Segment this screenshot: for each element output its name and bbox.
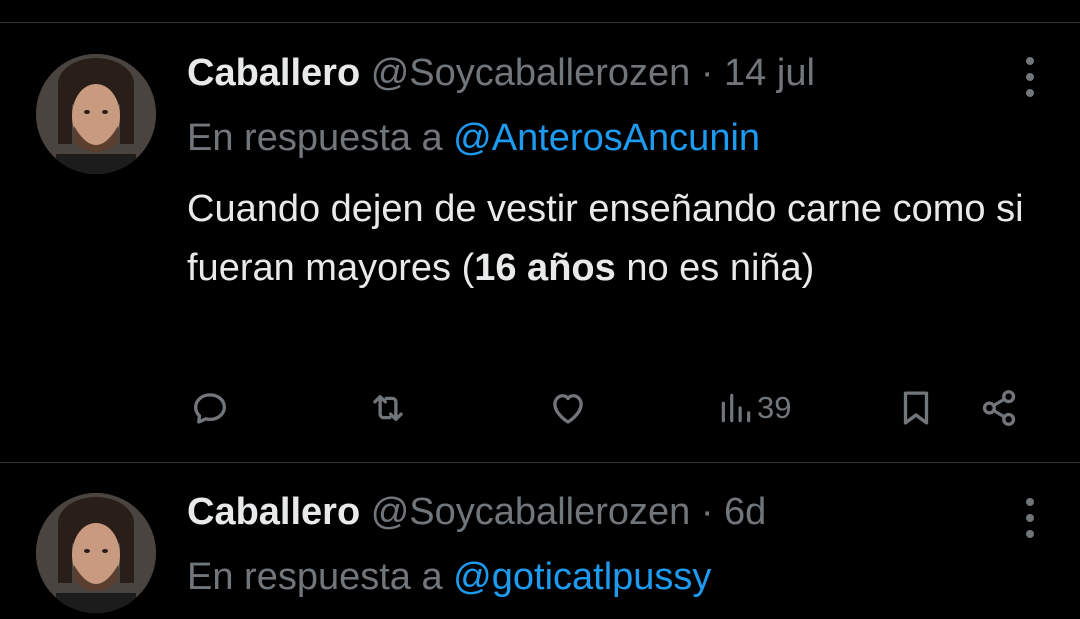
tweet-time[interactable]: 14 jul [724,52,815,94]
more-vertical-icon [1026,498,1034,506]
reply-button[interactable] [189,383,231,433]
reply-mention-link[interactable]: @AnterosAncunin [453,117,760,159]
tweet-text-part2: no es niña) [615,247,815,289]
more-options-button[interactable] [1022,498,1038,538]
views-count: 39 [757,390,792,425]
tweet-time[interactable]: 6d [724,491,766,533]
avatar[interactable] [36,54,156,174]
reply-icon [193,393,227,424]
more-dot [1026,530,1034,538]
share-icon [982,390,1016,426]
views-button[interactable]: 39 [717,383,791,433]
tweet-2[interactable]: Caballero @Soycaballerozen · 6d En respu… [0,463,1080,619]
retweet-button[interactable] [367,383,409,433]
views-icon [721,393,751,423]
more-vertical-icon [1026,57,1034,65]
avatar[interactable] [36,493,156,613]
tweet-text: Cuando dejen de vestir enseñando carne c… [187,180,1047,298]
author-handle[interactable]: @Soycaballerozen [371,52,691,94]
reply-context: En respuesta a @goticatlpussy [187,554,711,600]
reply-prefix: En respuesta a [187,556,443,598]
author-handle[interactable]: @Soycaballerozen [371,491,691,533]
like-button[interactable] [547,383,589,433]
author-name[interactable]: Caballero [187,491,360,533]
reply-context: En respuesta a @AnterosAncunin [187,115,760,161]
share-button[interactable] [978,383,1020,433]
avatar-image [36,54,156,174]
retweet-icon [373,394,403,422]
reply-prefix: En respuesta a [187,117,443,159]
tweet-1[interactable]: Caballero @Soycaballerozen · 14 jul En r… [0,0,1080,462]
separator: · [700,52,714,94]
separator: · [700,491,714,533]
more-options-button[interactable] [1022,57,1038,97]
tweet-text-bold: 16 años [474,247,616,289]
tweet-header: Caballero @Soycaballerozen · 6d [187,489,766,535]
like-icon [553,394,583,424]
more-dot [1026,89,1034,97]
bookmark-button[interactable] [895,383,937,433]
reply-mention-link[interactable]: @goticatlpussy [453,556,711,598]
more-dot [1026,73,1034,81]
bookmark-icon [903,391,929,425]
tweet-header: Caballero @Soycaballerozen · 14 jul [187,50,815,96]
avatar-image [36,493,156,613]
more-dot [1026,514,1034,522]
tweet-actions: 39 [0,383,1080,433]
author-name[interactable]: Caballero [187,52,360,94]
